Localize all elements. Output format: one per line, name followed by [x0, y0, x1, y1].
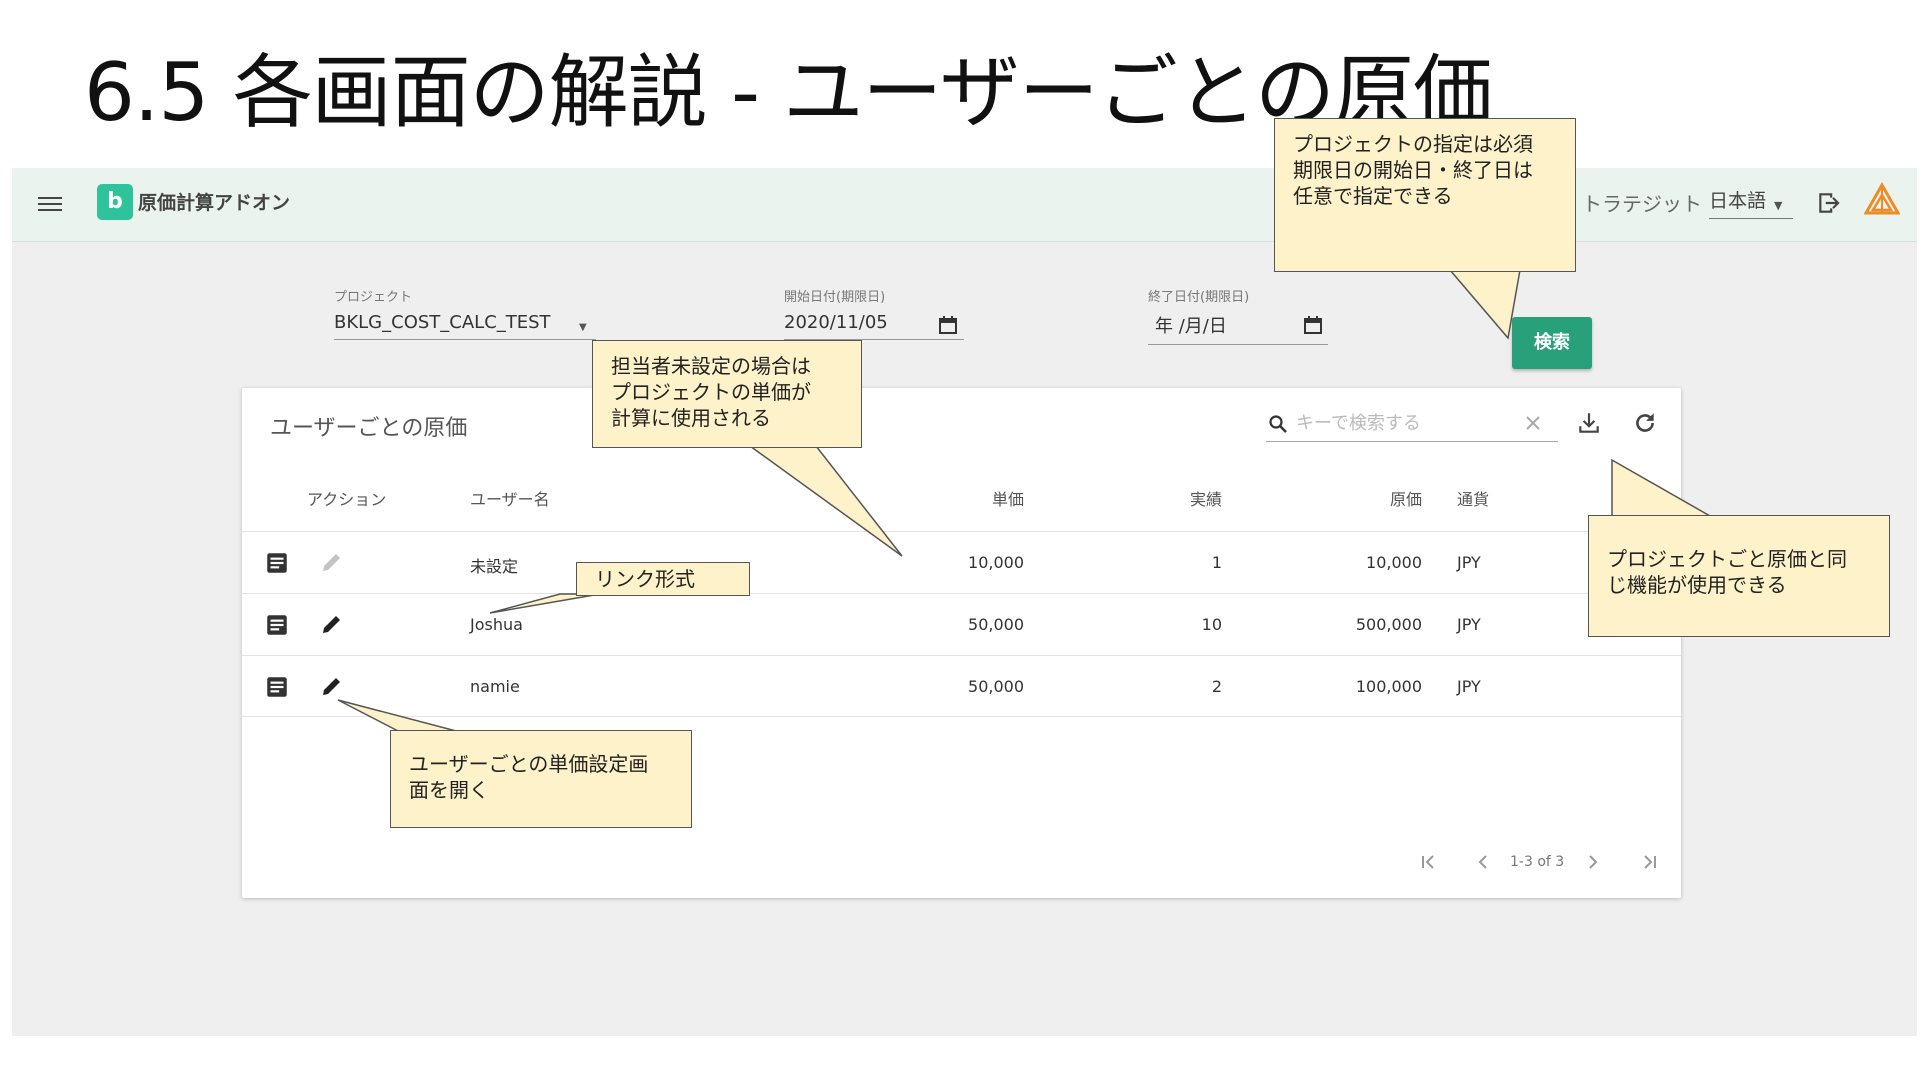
callout-link-format: リンク形式	[576, 562, 750, 596]
callout-line: 期限日の開始日・終了日は	[1293, 158, 1533, 182]
callout-line: プロジェクトごと原価と同	[1607, 547, 1847, 571]
callout-line: リンク形式	[595, 567, 695, 591]
callout-line: プロジェクトの単価が	[611, 380, 811, 404]
callout-line: 担当者未設定の場合は	[611, 354, 811, 378]
callout-unit-price-screen: ユーザーごとの単価設定画 面を開く	[390, 730, 692, 828]
callout-line: ユーザーごとの単価設定画	[409, 752, 649, 776]
callout-project-required: プロジェクトの指定は必須 期限日の開始日・終了日は 任意で指定できる	[1274, 118, 1576, 272]
callout-line: 面を開く	[409, 778, 489, 802]
callout-line: じ機能が使用できる	[1607, 573, 1787, 597]
callout-line: プロジェクトの指定は必須	[1293, 132, 1533, 156]
callout-line: 計算に使用される	[611, 406, 771, 430]
callout-line: 任意で指定できる	[1293, 184, 1453, 208]
callout-same-function: プロジェクトごと原価と同 じ機能が使用できる	[1588, 515, 1890, 637]
callout-unassigned: 担当者未設定の場合は プロジェクトの単価が 計算に使用される	[592, 340, 862, 448]
